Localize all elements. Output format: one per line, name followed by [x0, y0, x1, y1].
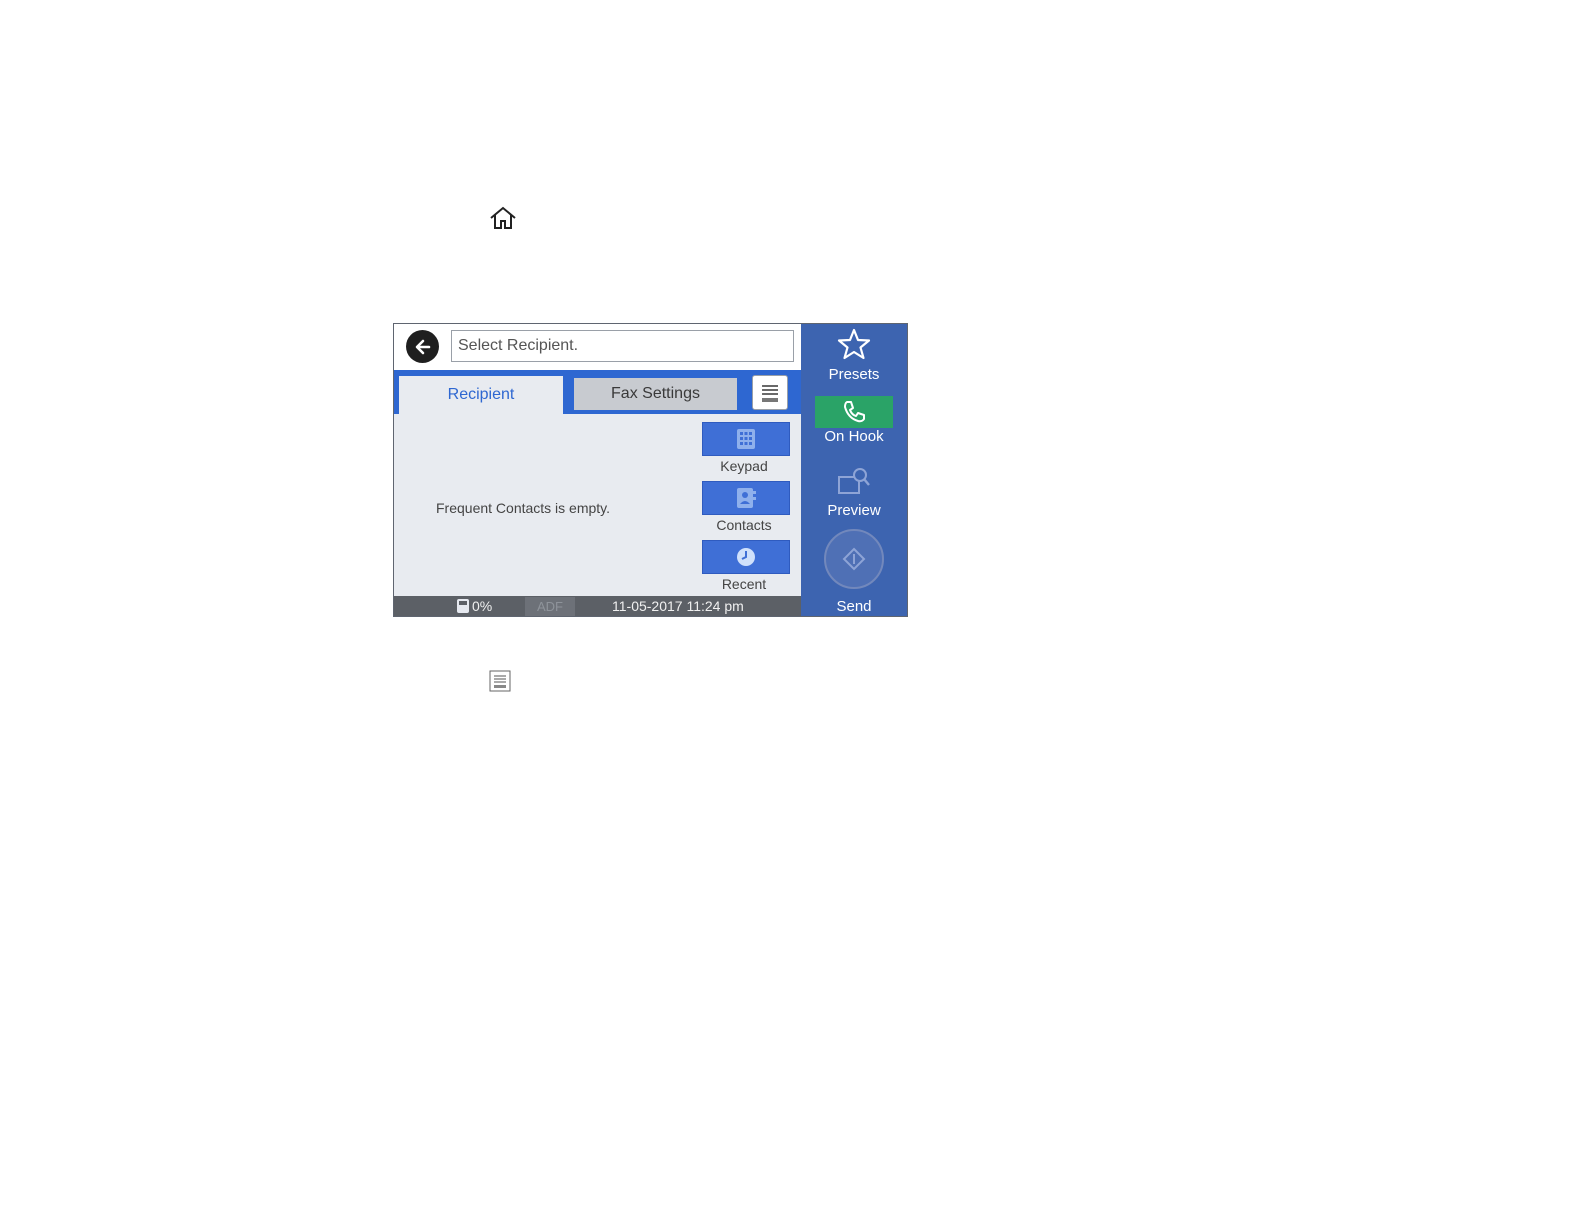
recipient-input[interactable]: Select Recipient. — [451, 330, 794, 362]
preview-button[interactable]: Preview — [801, 465, 907, 519]
on-hook-button[interactable]: On Hook — [801, 396, 907, 445]
menu-icon — [762, 384, 778, 402]
home-icon — [490, 206, 516, 229]
recent-label: Recent — [721, 576, 767, 592]
status-bar: 0% ADF 11-05-2017 11:24 pm — [394, 596, 801, 616]
contacts-label: Contacts — [716, 517, 772, 533]
start-diamond-icon — [842, 547, 866, 571]
tab-fax-settings[interactable]: Fax Settings — [574, 378, 737, 410]
fax-main-area: Select Recipient. Recipient Fax Settings… — [394, 324, 801, 616]
recent-button[interactable]: Recent — [702, 540, 792, 592]
date-time: 11-05-2017 11:24 pm — [612, 598, 744, 614]
keypad-icon — [737, 429, 755, 449]
tab-bar: Recipient Fax Settings — [394, 370, 801, 414]
top-bar: Select Recipient. — [394, 324, 801, 370]
send-label: Send — [836, 598, 872, 615]
ink-level: 0% — [456, 598, 492, 614]
star-icon — [837, 328, 871, 360]
phone-icon — [844, 401, 865, 423]
preview-label: Preview — [827, 502, 881, 519]
adf-indicator: ADF — [525, 597, 575, 616]
menu-icon — [489, 670, 511, 692]
sidebar: Presets On Hook Preview Send — [801, 324, 907, 616]
preview-icon — [838, 468, 870, 494]
tab-recipient[interactable]: Recipient — [399, 376, 563, 414]
send-button[interactable]: Send — [801, 529, 907, 615]
back-arrow-icon — [415, 339, 430, 354]
on-hook-label: On Hook — [824, 428, 884, 445]
ink-level-text: 0% — [472, 598, 493, 614]
presets-button[interactable]: Presets — [801, 327, 907, 383]
ink-cartridge-icon — [457, 599, 469, 613]
contacts-button[interactable]: Contacts — [702, 481, 792, 533]
menu-button[interactable] — [752, 375, 788, 410]
fax-screen: Select Recipient. Recipient Fax Settings… — [393, 323, 908, 617]
clock-icon — [737, 548, 755, 566]
contacts-icon — [737, 488, 756, 508]
keypad-button[interactable]: Keypad — [702, 422, 792, 474]
presets-label: Presets — [828, 366, 880, 383]
back-button[interactable] — [406, 330, 439, 363]
keypad-label: Keypad — [720, 458, 768, 474]
empty-contacts-message: Frequent Contacts is empty. — [436, 500, 611, 516]
